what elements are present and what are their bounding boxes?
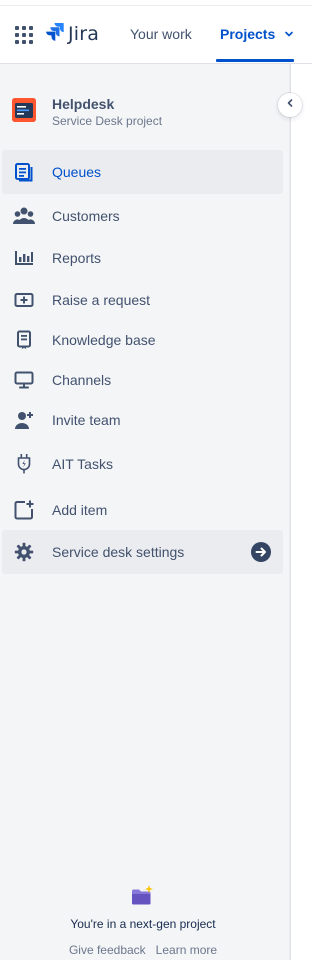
sidebar-item-reports[interactable]: Reports xyxy=(2,236,283,280)
sidebar-item-ait-tasks[interactable]: AIT Tasks xyxy=(2,442,283,486)
arrow-right-circle-icon[interactable] xyxy=(250,541,272,563)
top-border xyxy=(0,0,312,6)
sidebar-item-label: Service desk settings xyxy=(52,544,185,560)
queues-icon xyxy=(12,160,36,184)
raise-request-icon xyxy=(12,288,36,312)
top-navigation: Jira Your work Projects xyxy=(0,0,312,64)
sidebar-item-label: Invite team xyxy=(52,412,121,428)
sidebar-item-label: Reports xyxy=(52,250,102,266)
nav-projects-label: Projects xyxy=(220,26,276,42)
next-gen-message: You're in a next-gen project xyxy=(70,917,216,931)
chevron-down-icon xyxy=(283,23,295,47)
jira-logo-icon xyxy=(46,22,64,47)
sidebar-item-label: Channels xyxy=(52,372,112,388)
sidebar-item-knowledge-base[interactable]: Knowledge base xyxy=(2,318,283,362)
sidebar-item-label: Queues xyxy=(52,164,102,180)
plug-icon xyxy=(12,452,36,476)
channels-icon xyxy=(12,368,36,392)
sidebar-item-queues[interactable]: Queues xyxy=(2,150,283,194)
learn-more-link[interactable]: Learn more xyxy=(156,943,217,957)
nav-projects[interactable]: Projects xyxy=(220,22,295,46)
sidebar-item-channels[interactable]: Channels xyxy=(2,358,283,402)
sidebar-item-label: Customers xyxy=(52,208,120,224)
project-type: Service Desk project xyxy=(52,114,163,128)
sidebar-item-label: AIT Tasks xyxy=(52,456,113,472)
sidebar-item-label: Add item xyxy=(52,502,108,518)
project-avatar xyxy=(12,98,36,122)
sidebar-item-service-desk-settings[interactable]: Service desk settings xyxy=(2,530,283,574)
knowledge-base-icon xyxy=(12,328,36,352)
sidebar-item-label: Knowledge base xyxy=(52,332,156,348)
main-content-area xyxy=(290,64,312,960)
next-gen-folder-icon xyxy=(130,884,154,908)
project-header[interactable]: Helpdesk Service Desk project xyxy=(12,96,272,132)
reports-icon xyxy=(12,246,36,270)
chevron-left-icon xyxy=(284,96,296,114)
sidebar-item-invite-team[interactable]: Invite team xyxy=(2,398,283,442)
sidebar-item-raise-request[interactable]: Raise a request xyxy=(2,278,283,322)
jira-logo-text: Jira xyxy=(68,23,100,45)
footer-links: Give feedback Learn more xyxy=(0,942,286,958)
nav-your-work[interactable]: Your work xyxy=(130,22,192,46)
sidebar-item-label: Raise a request xyxy=(52,292,151,308)
jira-logo[interactable]: Jira xyxy=(46,22,99,46)
give-feedback-link[interactable]: Give feedback xyxy=(69,943,146,957)
sidebar-item-add-item[interactable]: Add item xyxy=(2,488,283,532)
app-switcher-icon[interactable] xyxy=(14,25,34,45)
sidebar-item-customers[interactable]: Customers xyxy=(2,194,283,238)
active-tab-indicator xyxy=(216,59,294,62)
project-name: Helpdesk xyxy=(52,96,115,112)
gear-icon xyxy=(12,540,36,564)
invite-team-icon xyxy=(12,408,36,432)
add-item-icon xyxy=(12,498,36,522)
customers-icon xyxy=(12,204,36,228)
collapse-sidebar-button[interactable] xyxy=(278,93,302,117)
